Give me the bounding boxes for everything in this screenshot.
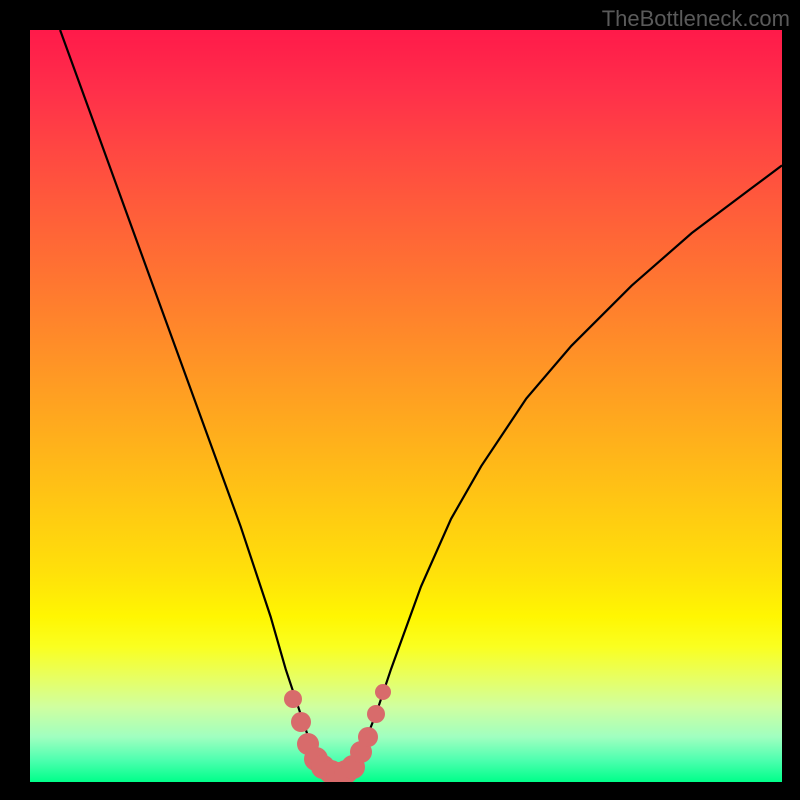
marker-dot bbox=[367, 705, 385, 723]
plot-area bbox=[30, 30, 782, 782]
marker-layer bbox=[30, 30, 782, 782]
marker-dot bbox=[358, 727, 378, 747]
marker-dot bbox=[291, 712, 311, 732]
marker-dot bbox=[284, 690, 302, 708]
marker-dot bbox=[375, 684, 391, 700]
watermark-text: TheBottleneck.com bbox=[602, 6, 790, 32]
